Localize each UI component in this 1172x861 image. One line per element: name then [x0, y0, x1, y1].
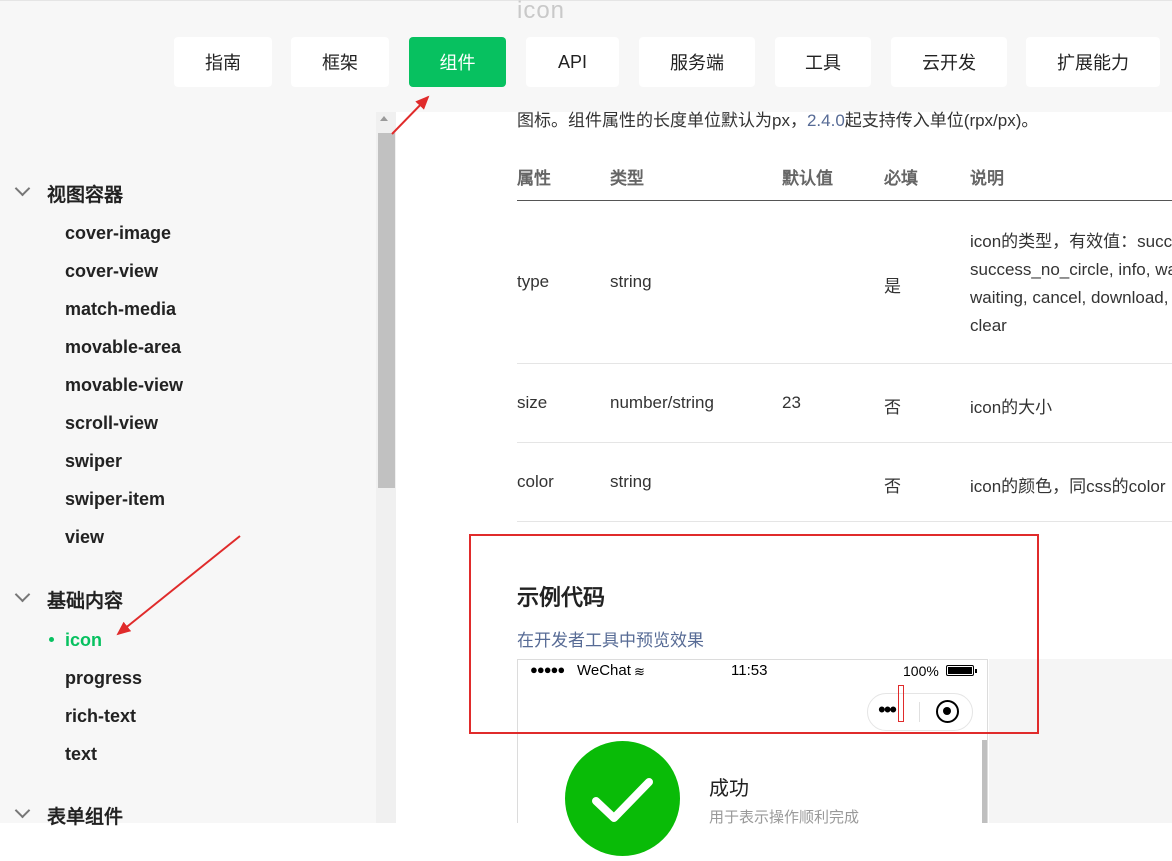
checkmark-icon	[592, 778, 653, 822]
column-header-attr: 属性	[517, 169, 551, 188]
active-bullet-icon	[49, 637, 54, 642]
annotation-highlight-marker	[898, 685, 904, 722]
sidebar-item-view[interactable]: view	[65, 527, 104, 548]
tab-extensions[interactable]: 扩展能力	[1026, 37, 1160, 87]
table-cell-desc: icon的颜色，同css的color	[970, 477, 1166, 496]
tab-guide[interactable]: 指南	[174, 37, 272, 87]
table-header-divider	[517, 200, 1172, 201]
table-cell-attr: type	[517, 272, 550, 291]
desc-line: clear	[970, 316, 1007, 335]
sidebar	[0, 112, 376, 823]
table-row-divider	[517, 521, 1172, 522]
page-title-ghost: icon	[517, 0, 566, 24]
intro-text: 图标。组件属性的长度单位默认为px，	[517, 111, 807, 130]
sidebar-item-swiper-item[interactable]: swiper-item	[65, 489, 165, 510]
version-link[interactable]: 2.4.0	[807, 111, 845, 130]
tab-framework[interactable]: 框架	[291, 37, 389, 87]
table-cell-type: string	[610, 272, 652, 291]
sidebar-group-label: 视图容器	[47, 185, 124, 206]
table-cell-desc: icon的大小	[970, 398, 1053, 417]
desc-line: waiting, cancel, download, search,	[970, 288, 1172, 307]
table-cell-default: 23	[782, 393, 801, 412]
sidebar-group-label: 表单组件	[47, 807, 124, 828]
scroll-up-arrow-icon[interactable]	[380, 116, 388, 121]
sidebar-item-progress[interactable]: progress	[65, 668, 142, 689]
desc-line: success_no_circle, info, warn,	[970, 260, 1172, 279]
sidebar-item-rich-text[interactable]: rich-text	[65, 706, 136, 727]
table-cell-required: 是	[884, 277, 901, 296]
intro-text: 起支持传入单位(rpx/px)。	[844, 111, 1039, 130]
column-header-required: 必填	[884, 169, 918, 188]
table-row-divider	[517, 442, 1172, 443]
tab-server[interactable]: 服务端	[639, 37, 755, 87]
success-icon	[565, 741, 680, 856]
table-row-divider	[517, 363, 1172, 364]
sidebar-item-movable-area[interactable]: movable-area	[65, 337, 181, 358]
sidebar-item-cover-image[interactable]: cover-image	[65, 223, 171, 244]
table-cell-required: 否	[884, 477, 901, 496]
intro-paragraph: 图标。组件属性的长度单位默认为px，2.4.0起支持传入单位(rpx/px)。	[517, 106, 1038, 131]
column-header-type: 类型	[610, 169, 644, 188]
phone-scrollbar[interactable]	[982, 740, 987, 823]
annotation-highlight-box	[469, 534, 1039, 734]
column-header-default: 默认值	[782, 169, 833, 188]
table-cell-attr: color	[517, 472, 554, 491]
sidebar-item-scroll-view[interactable]: scroll-view	[65, 413, 158, 434]
table-cell-type: number/string	[610, 393, 714, 412]
desc-line: icon的类型，有效值：success,	[970, 232, 1172, 251]
table-cell-type: string	[610, 472, 652, 491]
sidebar-item-match-media[interactable]: match-media	[65, 299, 176, 320]
sidebar-scroll-thumb[interactable]	[378, 133, 395, 488]
table-cell-desc: icon的类型，有效值：success, success_no_circle, …	[970, 228, 1172, 340]
sidebar-group-label: 基础内容	[47, 591, 124, 612]
sidebar-item-movable-view[interactable]: movable-view	[65, 375, 183, 396]
tab-cloud-dev[interactable]: 云开发	[891, 37, 1007, 87]
sidebar-item-swiper[interactable]: swiper	[65, 451, 122, 472]
table-cell-attr: size	[517, 393, 548, 412]
column-header-desc: 说明	[970, 169, 1004, 188]
sidebar-item-icon[interactable]: icon	[65, 630, 102, 651]
sidebar-item-text[interactable]: text	[65, 744, 97, 765]
tab-components[interactable]: 组件	[409, 37, 506, 87]
tab-tools[interactable]: 工具	[775, 37, 871, 87]
tab-api[interactable]: API	[526, 37, 619, 87]
sidebar-item-cover-view[interactable]: cover-view	[65, 261, 158, 282]
table-cell-required: 否	[884, 398, 901, 417]
success-title: 成功	[709, 778, 749, 800]
success-description: 用于表示操作顺利完成	[709, 809, 860, 826]
